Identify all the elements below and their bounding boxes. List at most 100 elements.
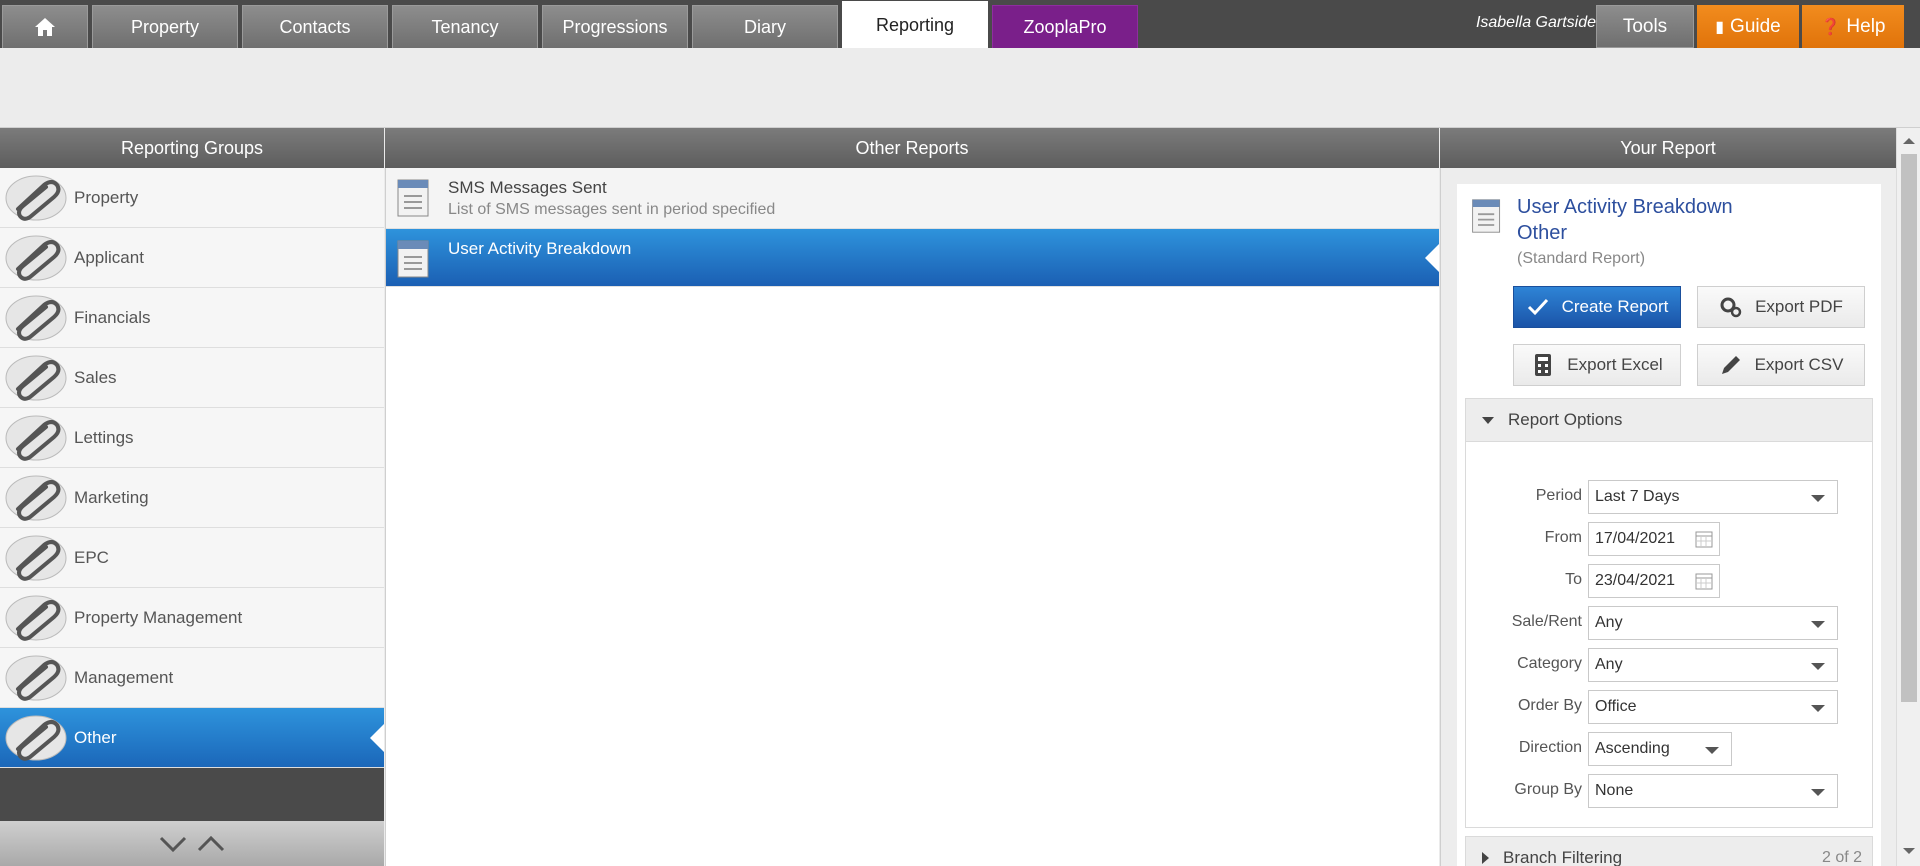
paperclip-icon	[5, 175, 67, 221]
group-by-label: Group By	[1514, 781, 1582, 798]
tab-progressions[interactable]: Progressions	[542, 5, 688, 48]
from-date-value: 17/04/2021	[1595, 530, 1676, 547]
group-item-property[interactable]: Property	[0, 168, 384, 228]
report-name: User Activity Breakdown Other	[1517, 194, 1733, 246]
create-report-button[interactable]: Create Report	[1513, 286, 1681, 328]
group-item-marketing[interactable]: Marketing	[0, 468, 384, 528]
group-label: Lettings	[74, 427, 134, 447]
branch-filtering-toggle[interactable]: Branch Filtering 2 of 2	[1465, 836, 1873, 866]
group-label: Other	[74, 727, 117, 747]
scroll-down-arrow[interactable]	[1903, 848, 1915, 854]
tab-reporting[interactable]: Reporting	[842, 1, 988, 48]
calculator-icon	[1535, 354, 1552, 376]
create-report-label: Create Report	[1561, 297, 1669, 316]
group-item-applicant[interactable]: Applicant	[0, 228, 384, 288]
group-by-row: Group By None	[1466, 774, 1874, 808]
help-button[interactable]: ❓ Help	[1802, 5, 1904, 48]
branch-filtering-count: 2 of 2	[1821, 849, 1862, 866]
group-item-financials[interactable]: Financials	[0, 288, 384, 348]
tab-property[interactable]: Property	[92, 5, 238, 48]
calendar-icon[interactable]	[1695, 572, 1713, 590]
left-panel-footer	[0, 821, 384, 866]
paperclip-icon	[5, 655, 67, 701]
direction-select[interactable]: Ascending	[1588, 732, 1732, 766]
report-type: (Standard Report)	[1517, 250, 1646, 267]
sale-rent-select[interactable]: Any	[1588, 606, 1838, 640]
chevron-down-icon[interactable]	[158, 834, 188, 854]
report-name-title: User Activity Breakdown	[1517, 196, 1733, 218]
period-label: Period	[1535, 487, 1582, 504]
group-item-lettings[interactable]: Lettings	[0, 408, 384, 468]
tab-diary[interactable]: Diary	[692, 5, 838, 48]
other-reports-list: SMS Messages Sent List of SMS messages s…	[385, 168, 1439, 866]
paperclip-icon	[5, 595, 67, 641]
chevron-up-icon[interactable]	[196, 834, 226, 854]
report-title: SMS Messages Sent	[448, 177, 607, 197]
group-item-other[interactable]: Other	[0, 708, 384, 768]
report-title: User Activity Breakdown	[448, 239, 632, 258]
export-pdf-label: Export PDF	[1755, 297, 1843, 316]
question-circle-icon: ❓	[1820, 18, 1841, 36]
scroll-up-arrow[interactable]	[1903, 138, 1915, 144]
top-navigation: Property Contacts Tenancy Progressions D…	[0, 0, 1920, 48]
tab-zooplapro[interactable]: ZooplaPro	[992, 5, 1138, 48]
group-label: Financials	[74, 307, 151, 327]
calendar-icon[interactable]	[1695, 530, 1713, 548]
reporting-groups-header: Reporting Groups	[0, 128, 384, 168]
your-report-header: Your Report	[1440, 128, 1896, 168]
paperclip-icon	[5, 235, 67, 281]
guide-button[interactable]: ▮ Guide	[1697, 5, 1799, 48]
sale-rent-value: Any	[1595, 614, 1623, 631]
export-pdf-button[interactable]: Export PDF	[1697, 286, 1865, 328]
period-select[interactable]: Last 7 Days	[1588, 480, 1838, 514]
paperclip-icon	[5, 715, 67, 761]
report-description: List of SMS messages sent in period spec…	[448, 200, 776, 218]
your-report-panel: User Activity Breakdown Other (Standard …	[1440, 168, 1896, 866]
group-item-management[interactable]: Management	[0, 648, 384, 708]
export-csv-button[interactable]: Export CSV	[1697, 344, 1865, 386]
export-excel-button[interactable]: Export Excel	[1513, 344, 1681, 386]
group-by-select[interactable]: None	[1588, 774, 1838, 808]
scrollbar-thumb[interactable]	[1901, 154, 1917, 702]
sale-rent-label: Sale/Rent	[1511, 613, 1582, 630]
tools-button[interactable]: Tools	[1596, 5, 1694, 48]
group-label: Property	[74, 187, 139, 207]
paperclip-icon	[5, 475, 67, 521]
direction-row: Direction Ascending	[1466, 732, 1874, 766]
group-label: Property Management	[74, 607, 243, 627]
left-panel-spacer	[0, 768, 384, 821]
group-item-sales[interactable]: Sales	[0, 348, 384, 408]
paperclip-icon	[5, 295, 67, 341]
report-document-icon	[397, 179, 429, 217]
direction-label: Direction	[1518, 739, 1582, 756]
reporting-groups-list: Property Applicant Financials Sales Lett…	[0, 168, 384, 866]
paperclip-icon	[5, 535, 67, 581]
home-tab[interactable]	[2, 5, 88, 48]
from-row: From 17/04/2021	[1466, 522, 1874, 556]
help-label: Help	[1846, 15, 1886, 37]
group-item-property-management[interactable]: Property Management	[0, 588, 384, 648]
group-label: Management	[74, 667, 174, 687]
vertical-scrollbar[interactable]	[1896, 128, 1920, 866]
report-item-sms-messages-sent[interactable]: SMS Messages Sent List of SMS messages s…	[386, 168, 1439, 229]
group-by-value: None	[1595, 782, 1634, 799]
category-select[interactable]: Any	[1588, 648, 1838, 682]
gears-icon	[1720, 297, 1742, 318]
group-label: Applicant	[74, 247, 144, 267]
home-icon	[35, 18, 55, 36]
order-by-value: Office	[1595, 698, 1637, 715]
group-item-epc[interactable]: EPC	[0, 528, 384, 588]
to-label: To	[1565, 571, 1582, 588]
tab-tenancy[interactable]: Tenancy	[392, 5, 538, 48]
from-date-input[interactable]: 17/04/2021	[1588, 522, 1720, 556]
report-options-toggle[interactable]: Report Options	[1465, 398, 1873, 442]
paperclip-icon	[5, 415, 67, 461]
period-row: Period Last 7 Days	[1466, 480, 1874, 514]
to-row: To 23/04/2021	[1466, 564, 1874, 598]
book-icon: ▮	[1715, 18, 1725, 36]
report-item-user-activity-breakdown[interactable]: User Activity Breakdown	[386, 229, 1439, 287]
paperclip-icon	[5, 355, 67, 401]
order-by-select[interactable]: Office	[1588, 690, 1838, 724]
tab-contacts[interactable]: Contacts	[242, 5, 388, 48]
to-date-input[interactable]: 23/04/2021	[1588, 564, 1720, 598]
